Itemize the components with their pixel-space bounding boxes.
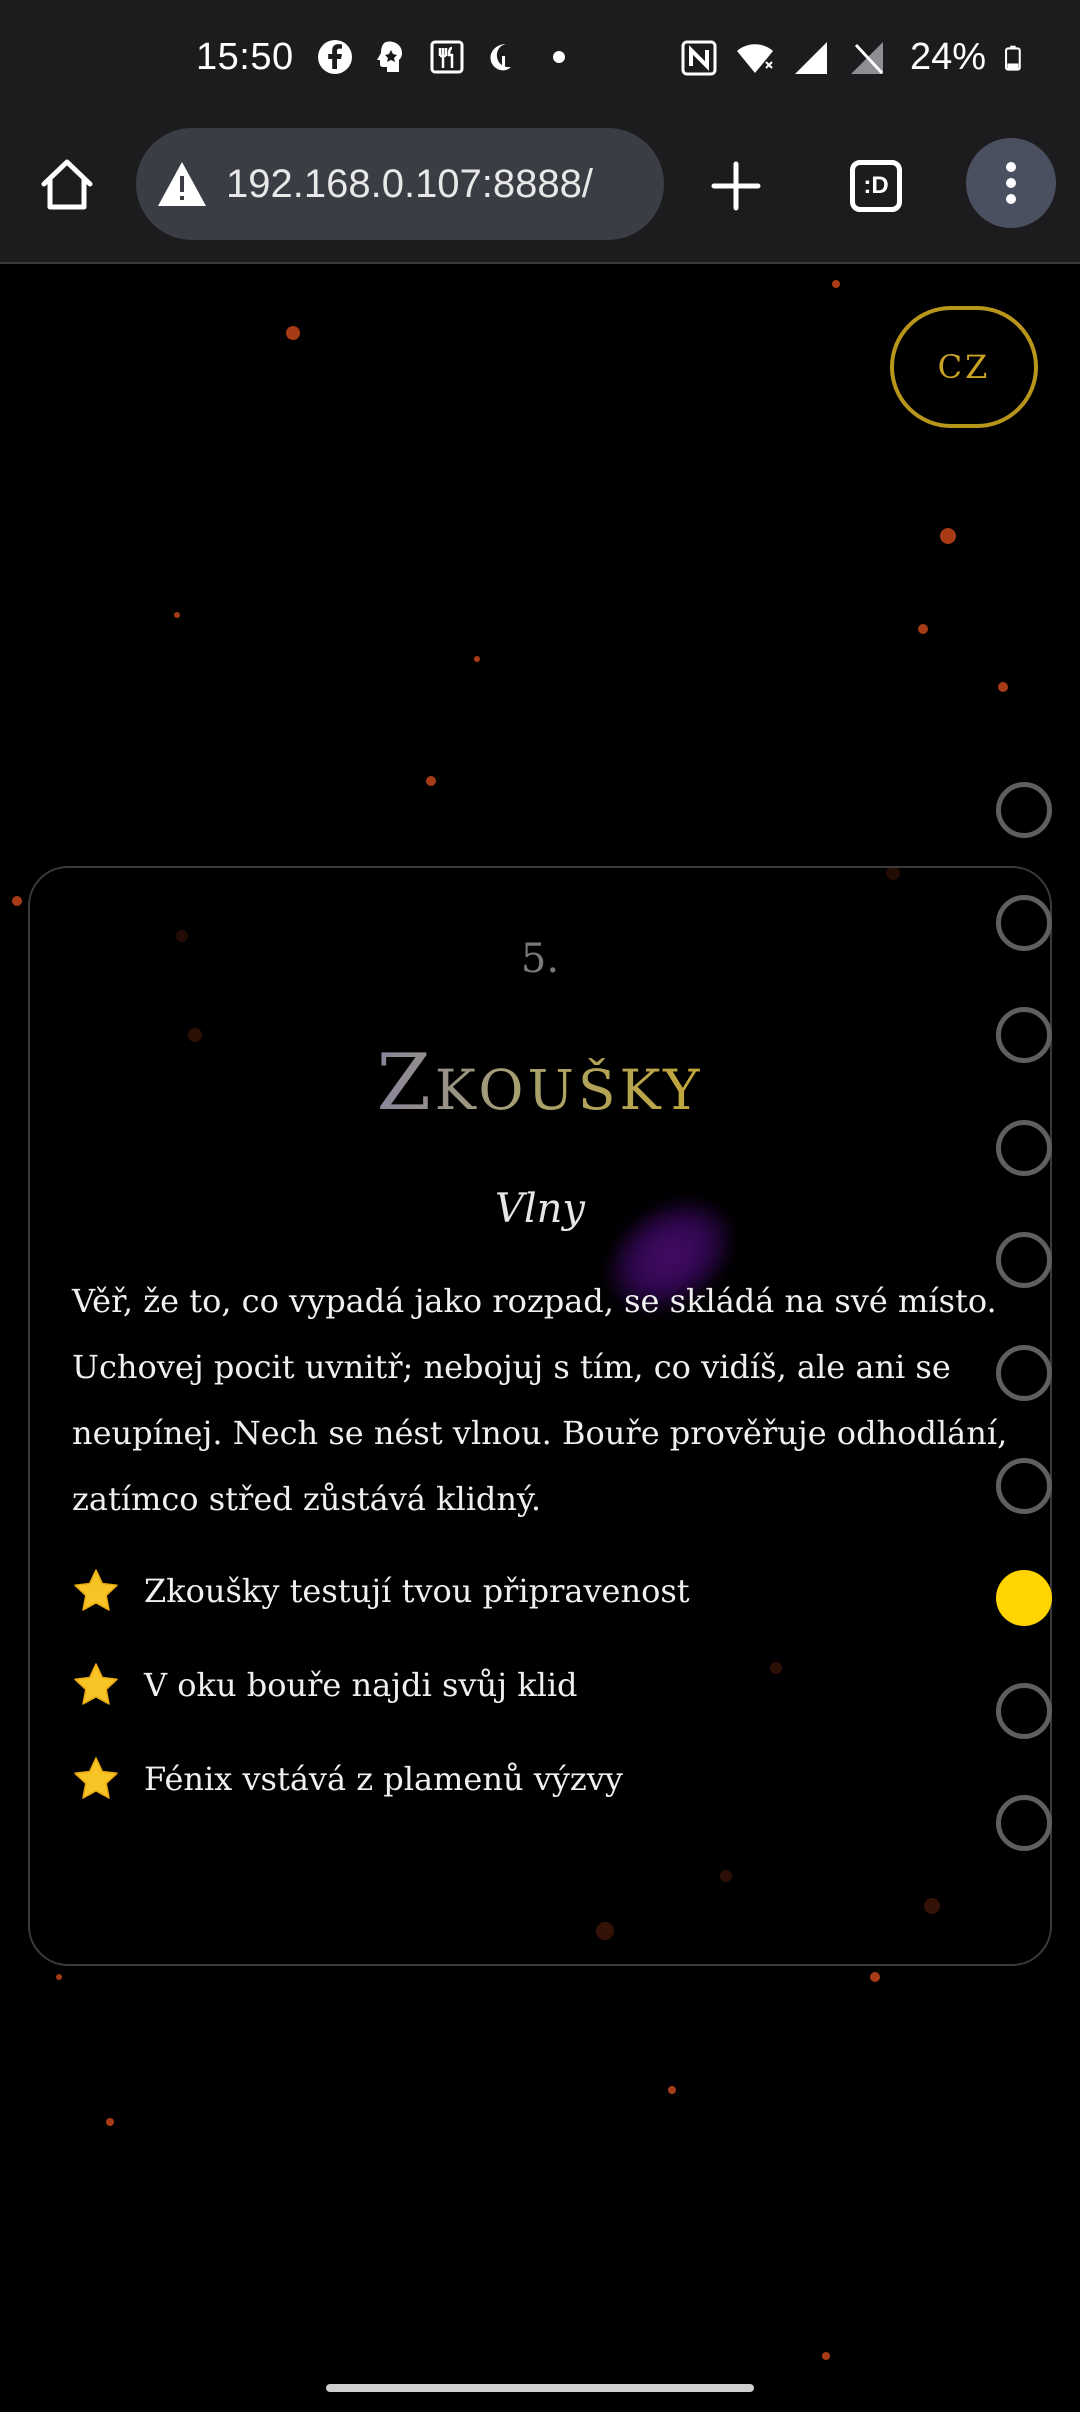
star-icon: [74, 1663, 118, 1705]
facebook-icon: [318, 40, 352, 74]
card-subtitle: Vlny: [494, 1186, 586, 1232]
system-icons: 24%: [680, 36, 1030, 79]
spark-particle: [822, 2352, 830, 2360]
nav-dot[interactable]: [996, 1683, 1052, 1739]
tabs-icon[interactable]: :D: [850, 160, 902, 212]
nav-dot[interactable]: [996, 1232, 1052, 1288]
address-bar[interactable]: 192.168.0.107:8888/: [136, 128, 664, 240]
spark-particle: [426, 776, 436, 786]
battery-icon: [1005, 45, 1021, 71]
assistant-icon: [377, 41, 402, 72]
description-line: neupínej. Nech se nést vlnou. Bouře prov…: [72, 1414, 1008, 1452]
spark-particle: [668, 2086, 676, 2094]
nfc-icon: [681, 40, 717, 75]
page-content: CZ 5. Zkoušky Vlny Věř, že to, co vypadá…: [0, 266, 1080, 2412]
list-item: Fénix vstává z plamenů výzvy: [72, 1732, 1012, 1826]
status-time: 15:50: [196, 36, 294, 78]
plus-icon[interactable]: [708, 158, 764, 214]
spark-particle: [998, 682, 1008, 692]
list-item: Zkoušky testují tvou připravenost: [72, 1544, 1012, 1638]
card-title: Zkoušky: [30, 1038, 1050, 1128]
spark-particle: [56, 1974, 62, 1980]
language-toggle-button[interactable]: CZ: [890, 306, 1038, 428]
nav-dot[interactable]: [996, 895, 1052, 951]
card: 5. Zkoušky Vlny Věř, že to, co vypadá ja…: [28, 866, 1052, 1966]
dot-icon: [553, 51, 565, 63]
star-icon: [74, 1569, 118, 1611]
tabs-label: :D: [863, 172, 889, 199]
spark-particle: [12, 896, 22, 906]
restaurant-icon: [430, 40, 464, 74]
gesture-bar[interactable]: [326, 2384, 754, 2392]
description-line: zatímco střed zůstává klidný.: [72, 1480, 542, 1518]
spark-particle: [870, 1972, 880, 1982]
nav-dot[interactable]: [996, 1458, 1052, 1514]
spark-particle: [918, 624, 928, 634]
spark-particle: [174, 612, 180, 618]
spark-particle: [474, 656, 480, 662]
spark-particle: [940, 528, 956, 544]
spark-particle: [832, 280, 840, 288]
wifi-icon: [737, 43, 773, 73]
menu-icon[interactable]: [966, 138, 1056, 228]
card-description: Věř, že to, co vypadá jako rozpad, se sk…: [72, 1268, 1022, 1532]
battery-level: 24%: [910, 36, 987, 78]
list-item: V oku bouře najdi svůj klid: [72, 1638, 1012, 1732]
card-number: 5.: [520, 936, 560, 982]
home-icon[interactable]: [36, 154, 98, 216]
spark-particle: [286, 326, 300, 340]
card-bullet-list: Zkoušky testují tvou připravenost V oku …: [72, 1544, 1012, 1826]
warning-icon[interactable]: [156, 158, 208, 210]
browser-toolbar: 192.168.0.107:8888/ :D: [0, 124, 1080, 264]
bullet-text: Zkoušky testují tvou připravenost: [144, 1572, 690, 1610]
no-signal-icon: [851, 41, 884, 74]
nav-dot[interactable]: [996, 782, 1052, 838]
status-bar: 15:50 24%: [0, 0, 1080, 124]
sleep-icon: [490, 44, 511, 71]
star-icon: [74, 1757, 118, 1799]
nav-dot[interactable]: [996, 1345, 1052, 1401]
signal-icon: [795, 41, 827, 74]
description-line: Uchovej pocit uvnitř; nebojuj s tím, co …: [72, 1348, 951, 1386]
nav-dot[interactable]: [996, 1120, 1052, 1176]
description-line: Věř, že to, co vypadá jako rozpad, se sk…: [72, 1282, 997, 1320]
url-text[interactable]: 192.168.0.107:8888/: [226, 162, 593, 207]
nav-dot[interactable]: [996, 1795, 1052, 1851]
spark-particle: [106, 2118, 114, 2126]
nav-dot-active[interactable]: [996, 1570, 1052, 1626]
bullet-text: Fénix vstává z plamenů výzvy: [144, 1760, 623, 1798]
notification-icons: [316, 38, 578, 76]
bullet-text: V oku bouře najdi svůj klid: [144, 1666, 578, 1704]
nav-dot[interactable]: [996, 1007, 1052, 1063]
